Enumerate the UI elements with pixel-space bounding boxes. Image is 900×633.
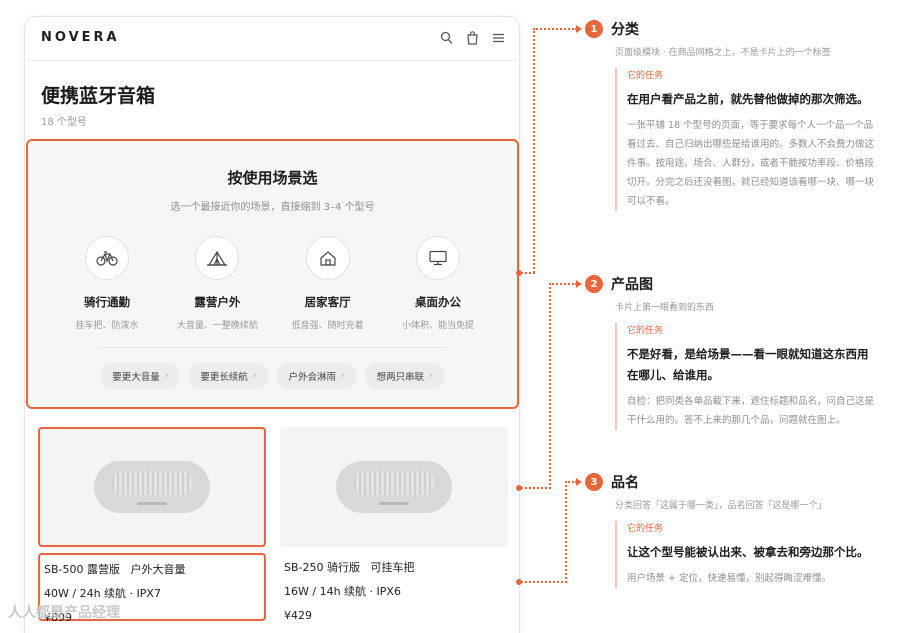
page-title: 便携蓝牙音箱 xyxy=(41,85,156,107)
annotation-title: 分类 xyxy=(611,22,639,38)
number-badge: 3 xyxy=(585,473,603,491)
connector-line xyxy=(533,28,535,273)
speaker-image xyxy=(336,461,452,513)
product-image[interactable] xyxy=(280,427,508,547)
model-count: 18 个型号 xyxy=(41,117,87,128)
chip-label: 要更长续航 xyxy=(200,372,248,383)
scene-name: 居家客厅 xyxy=(304,295,351,309)
scene-option-cycling[interactable]: 骑行通勤 挂车把、防泼水 xyxy=(52,236,162,331)
scene-option-camping[interactable]: 露营户外 大音量、一整晚续航 xyxy=(162,236,272,331)
scene-option-home[interactable]: 居家客厅 低音强、随时充着 xyxy=(273,236,383,331)
watermark: 人人都是产品经理 xyxy=(8,605,120,621)
annotation-subtitle: 卡片上第一眼看到的东西 xyxy=(615,303,715,313)
bicycle-icon xyxy=(85,236,129,280)
connector-arrow xyxy=(576,478,582,486)
connector-arrow xyxy=(576,280,582,288)
product-spec: 40W / 24h 续航 · IPX7 xyxy=(44,587,161,600)
product-price: ¥429 xyxy=(284,609,312,622)
product-card[interactable]: SB-500 露营版 户外大音量 40W / 24h 续航 · IPX7 ¥89… xyxy=(38,427,266,624)
chip-battery[interactable]: 要更长续航 › xyxy=(188,363,269,389)
annotation-title: 品名 xyxy=(611,475,639,491)
annotation-subtitle: 页面级模块 · 在商品网格之上，不是卡片上的一个标签 xyxy=(615,48,831,58)
scene-desc: 低音强、随时充着 xyxy=(291,321,364,331)
monitor-icon xyxy=(415,236,460,280)
tent-icon xyxy=(195,236,240,280)
home-icon xyxy=(305,236,350,280)
connector-line xyxy=(565,481,567,583)
task-main: 让这个型号能被认出来、被拿去和旁边那个比。 xyxy=(627,545,869,559)
task-desc: 自检：把同类各单品截下来，遮住标题和品名，问自己这是干什么用的。答不上来的那几个… xyxy=(627,396,875,426)
annotation-header: 1 分类 xyxy=(585,19,885,39)
annotation-product-name: 3 品名 分类回答「这属于哪一类」，品名回答「这是哪一个」 它的任务 让这个型号… xyxy=(585,472,885,588)
chip-label: 要更大音量 xyxy=(112,372,160,383)
task-label: 它的任务 xyxy=(627,71,664,81)
task-desc: 用户场景 + 定位，快速易懂，别起得晦涩难懂。 xyxy=(627,573,832,584)
scene-desc: 小体积、能当免提 xyxy=(401,321,474,331)
scene-options: 骑行通勤 挂车把、防泼水 露营户外 大音量、一整晚续航 居家客厅 低音强、随时充… xyxy=(52,236,493,331)
scene-option-desk[interactable]: 桌面办公 小体积、能当免提 xyxy=(383,236,493,331)
scene-subtitle: 选一个最接近你的场景，直接缩到 3–4 个型号 xyxy=(170,202,375,213)
annotation-header: 3 品名 xyxy=(585,472,885,492)
divider xyxy=(98,347,447,348)
scene-desc: 挂车把、防泼水 xyxy=(75,321,139,331)
task-desc: 一张平铺 18 个型号的页面，等于要求每个人一个品一个品看过去、自己归纳出哪些是… xyxy=(627,120,875,207)
product-name[interactable]: SB-500 露营版 户外大音量 xyxy=(44,561,258,577)
task-label: 它的任务 xyxy=(627,524,664,534)
chip-volume[interactable]: 要更大音量 › xyxy=(100,363,181,389)
connector-line xyxy=(533,28,577,30)
connector-arrow xyxy=(576,25,582,33)
annotation-title: 产品图 xyxy=(611,277,653,293)
task-label: 它的任务 xyxy=(627,326,664,336)
number-badge: 2 xyxy=(585,275,603,293)
product-spec: 16W / 14h 续航 · IPX6 xyxy=(284,585,401,598)
scene-name: 骑行通勤 xyxy=(84,295,130,309)
connector-line xyxy=(521,487,551,489)
chip-pairing[interactable]: 想两只串联 › xyxy=(364,363,445,389)
product-info: SB-250 骑行版 可挂车把 16W / 14h 续航 · IPX6 ¥429 xyxy=(280,553,508,622)
scene-filter-panel: 按使用场景选 选一个最接近你的场景，直接缩到 3–4 个型号 骑行通勤 挂车把、… xyxy=(26,139,519,409)
task-block: 它的任务 不是好看，是给场景——看一眼就知道这东西用在哪儿、给谁用。 自检：把同… xyxy=(615,323,885,430)
top-bar: NOVERA xyxy=(25,17,519,61)
product-name[interactable]: SB-250 骑行版 可挂车把 xyxy=(284,559,502,575)
number-badge: 1 xyxy=(585,20,603,38)
annotation-header: 2 产品图 xyxy=(585,274,885,294)
annotation-product-image: 2 产品图 卡片上第一眼看到的东西 它的任务 不是好看，是给场景——看一眼就知道… xyxy=(585,274,885,430)
top-icons xyxy=(440,30,505,45)
connector-line xyxy=(549,283,577,285)
product-card[interactable]: SB-250 骑行版 可挂车把 16W / 14h 续航 · IPX6 ¥429 xyxy=(280,427,508,622)
task-main: 不是好看，是给场景——看一眼就知道这东西用在哪儿、给谁用。 xyxy=(627,347,869,382)
task-main: 在用户看产品之前，就先替他做掉的那次筛选。 xyxy=(627,92,869,106)
scene-name: 露营户外 xyxy=(194,295,241,309)
brand-logo[interactable]: NOVERA xyxy=(41,30,120,45)
annotation-subtitle: 分类回答「这属于哪一类」，品名回答「这是哪一个」 xyxy=(615,501,827,511)
scene-title: 按使用场景选 xyxy=(227,169,318,187)
chevron-right-icon: › xyxy=(252,371,257,381)
chevron-right-icon: › xyxy=(341,371,345,381)
task-block: 它的任务 让这个型号能被认出来、被拿去和旁边那个比。 用户场景 + 定位，快速易… xyxy=(615,521,885,588)
speaker-image xyxy=(94,461,210,513)
scene-name: 桌面办公 xyxy=(414,295,461,309)
chip-rain[interactable]: 户外会淋雨 › xyxy=(276,363,357,389)
task-block: 它的任务 在用户看产品之前，就先替他做掉的那次筛选。 一张平铺 18 个型号的页… xyxy=(615,68,885,211)
product-image[interactable] xyxy=(38,427,266,547)
refine-chips: 要更大音量 › 要更长续航 › 户外会淋雨 › 想两只串联 › xyxy=(28,363,517,389)
connector-line xyxy=(521,581,567,583)
scene-desc: 大音量、一整晚续航 xyxy=(176,321,258,331)
chip-label: 想两只串联 xyxy=(376,372,425,383)
connector-line xyxy=(549,283,551,489)
chevron-right-icon: › xyxy=(429,371,433,381)
product-page-mockup: NOVERA 便携蓝牙音箱 18 个型号 按使用场景选 选一个最接近你的场景，直… xyxy=(24,16,520,633)
chip-label: 户外会淋雨 xyxy=(288,372,337,383)
menu-icon[interactable] xyxy=(492,30,505,44)
shopping-bag-icon[interactable] xyxy=(466,30,479,45)
chevron-right-icon: › xyxy=(164,371,169,381)
annotation-category: 1 分类 页面级模块 · 在商品网格之上，不是卡片上的一个标签 它的任务 在用户… xyxy=(585,19,885,211)
search-icon[interactable] xyxy=(440,30,453,44)
